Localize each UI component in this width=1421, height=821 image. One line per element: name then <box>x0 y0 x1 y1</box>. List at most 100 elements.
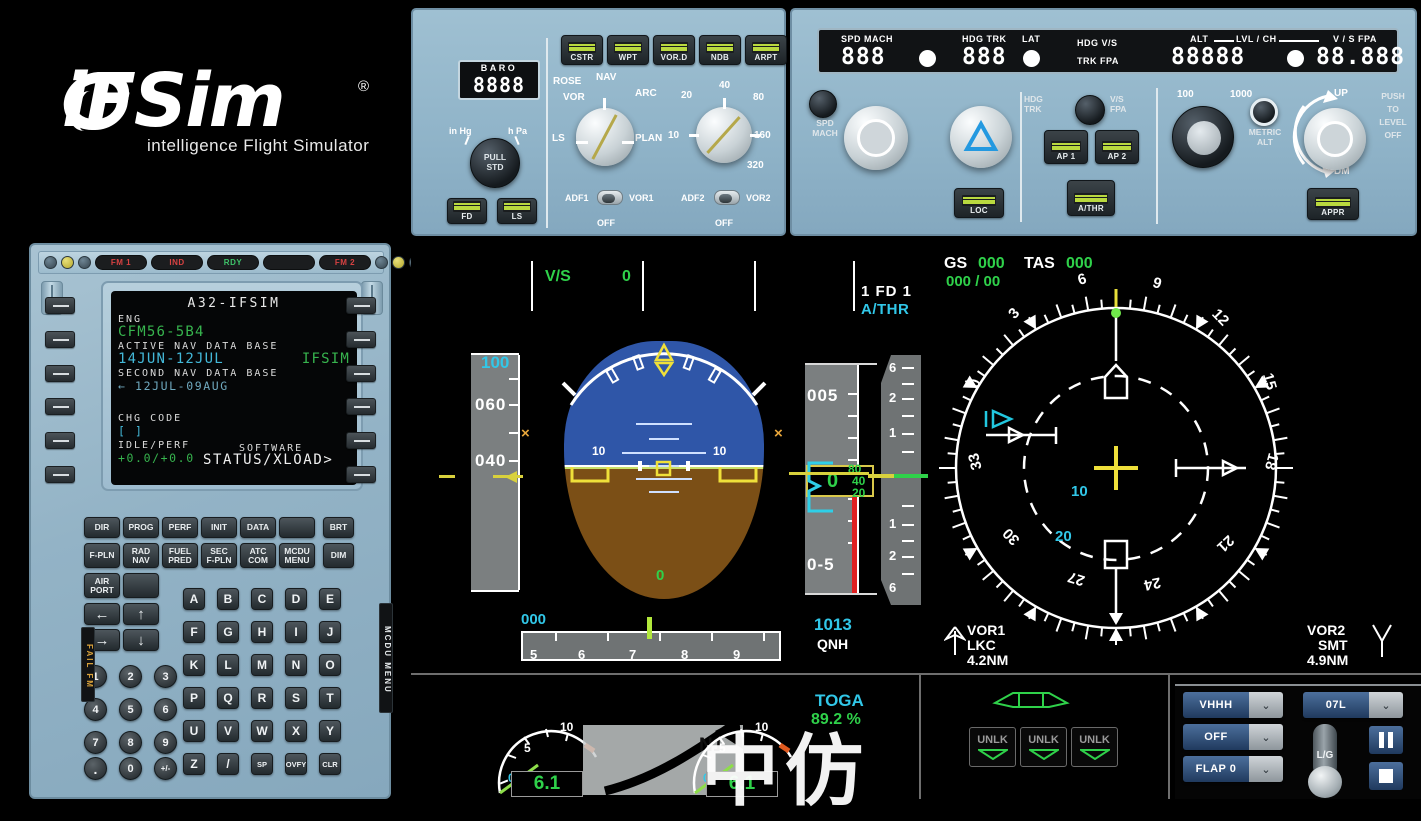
spd-mach-toggle-knob[interactable] <box>809 90 837 118</box>
metric-alt-button[interactable] <box>1250 98 1278 126</box>
sim-controls-panel[interactable]: VHHH ⌄ OFF ⌄ FLAP 0 ⌄ 07L ⌄ L/G <box>1175 686 1421 799</box>
mcdu-alpha-l[interactable]: L <box>217 654 239 676</box>
baro-pull-std-knob[interactable]: PULL STD <box>470 138 520 188</box>
ap2-button[interactable]: AP 2 <box>1095 130 1139 164</box>
mcdu-alpha-x[interactable]: X <box>285 720 307 742</box>
mcdu-num-dot[interactable]: . <box>84 757 107 780</box>
mcdu-alpha-s[interactable]: S <box>285 687 307 709</box>
hdg-trk-toggle-knob[interactable] <box>1075 95 1105 125</box>
stop-button[interactable] <box>1369 762 1403 790</box>
mcdu-num-9[interactable]: 9 <box>154 731 177 754</box>
mcdu-alpha-j[interactable]: J <box>319 621 341 643</box>
pause-button[interactable] <box>1369 726 1403 754</box>
efis-control-panel[interactable]: BARO 8888 in Hg h Pa PULL STD FD LS CSTR… <box>411 8 786 236</box>
loc-button[interactable]: LOC <box>954 188 1004 218</box>
ndb-button[interactable]: NDB <box>699 35 741 65</box>
mcdu-alpha-u[interactable]: U <box>183 720 205 742</box>
mcdu-key-fuelpred[interactable]: FUEL PRED <box>162 543 198 568</box>
mcdu-key-dir[interactable]: DIR <box>84 517 120 538</box>
mcdu-alpha-a[interactable]: A <box>183 588 205 610</box>
adf2-vor2-switch[interactable] <box>714 190 740 205</box>
vertical-speed-selector-knob[interactable] <box>1304 108 1366 170</box>
lsk-l6[interactable] <box>45 466 75 483</box>
mcdu-alpha-slash[interactable]: / <box>217 753 239 775</box>
mcdu-alpha-o[interactable]: O <box>319 654 341 676</box>
mcdu-alpha-e[interactable]: E <box>319 588 341 610</box>
mode-dropdown[interactable]: OFF ⌄ <box>1183 724 1283 750</box>
lsk-r3[interactable] <box>346 365 376 382</box>
fd-button[interactable]: FD <box>447 198 487 224</box>
cstr-button[interactable]: CSTR <box>561 35 603 65</box>
mcdu-alpha-k[interactable]: K <box>183 654 205 676</box>
mcdu-alpha-c[interactable]: C <box>251 588 273 610</box>
mcdu-key-atccom[interactable]: ATC COM <box>240 543 276 568</box>
mcdu-alpha-m[interactable]: M <box>251 654 273 676</box>
lsk-r2[interactable] <box>346 331 376 348</box>
mcdu-alpha-g[interactable]: G <box>217 621 239 643</box>
lsk-l3[interactable] <box>45 365 75 382</box>
athr-button[interactable]: A/THR <box>1067 180 1115 216</box>
mcdu-key-dim[interactable]: DIM <box>323 543 354 568</box>
mcdu-key-airport[interactable]: AIR PORT <box>84 573 120 598</box>
lsk-r4[interactable] <box>346 398 376 415</box>
mcdu-alpha-n[interactable]: N <box>285 654 307 676</box>
mcdu-alpha-p[interactable]: P <box>183 687 205 709</box>
mcdu-key-arrow-up[interactable]: ↑ <box>123 603 159 625</box>
mcdu-alpha-v[interactable]: V <box>217 720 239 742</box>
ls-button[interactable]: LS <box>497 198 537 224</box>
fcu-autopilot-panel[interactable]: SPD MACH 888 HDG TRK 888 LAT HDG V/S TRK… <box>790 8 1417 236</box>
mcdu-key-init[interactable]: INIT <box>201 517 237 538</box>
mcdu-alpha-b[interactable]: B <box>217 588 239 610</box>
mcdu-alpha-w[interactable]: W <box>251 720 273 742</box>
mcdu-num-plusminus[interactable]: +/- <box>154 757 177 780</box>
mcdu-alpha-d[interactable]: D <box>285 588 307 610</box>
mcdu-alpha-h[interactable]: H <box>251 621 273 643</box>
adf1-vor1-switch[interactable] <box>597 190 623 205</box>
wpt-button[interactable]: WPT <box>607 35 649 65</box>
mcdu-alpha-t[interactable]: T <box>319 687 341 709</box>
mcdu-unit[interactable]: FM 1 IND RDY FM 2 A32-IFSIM ENG CFM56-5B… <box>29 243 391 799</box>
mcdu-key-radnav[interactable]: RAD NAV <box>123 543 159 568</box>
mcdu-alpha-ovfy[interactable]: OVFY <box>285 753 307 775</box>
mcdu-alpha-q[interactable]: Q <box>217 687 239 709</box>
mcdu-alpha-i[interactable]: I <box>285 621 307 643</box>
vord-button[interactable]: VOR.D <box>653 35 695 65</box>
mcdu-key-data[interactable]: DATA <box>240 517 276 538</box>
mcdu-key-arrow-down[interactable]: ↓ <box>123 629 159 651</box>
speed-selector-knob[interactable] <box>844 106 908 170</box>
mcdu-key-mcdumenu[interactable]: MCDU MENU <box>279 543 315 568</box>
nd-mode-selector-knob[interactable] <box>576 108 634 166</box>
mcdu-num-6[interactable]: 6 <box>154 698 177 721</box>
mcdu-key-arrow-left[interactable]: ← <box>84 603 120 625</box>
airport-dropdown[interactable]: VHHH ⌄ <box>1183 692 1283 718</box>
mcdu-key-secfpln[interactable]: SEC F-PLN <box>201 543 237 568</box>
mcdu-key-fpln[interactable]: F-PLN <box>84 543 120 568</box>
heading-selector-knob[interactable] <box>950 106 1012 168</box>
arpt-button[interactable]: ARPT <box>745 35 787 65</box>
mcdu-num-0[interactable]: 0 <box>119 757 142 780</box>
mcdu-num-5[interactable]: 5 <box>119 698 142 721</box>
mcdu-key-blank2[interactable] <box>123 573 159 598</box>
mcdu-second-db-value[interactable]: ← 12JUL-09AUG <box>118 380 350 394</box>
mcdu-software-value[interactable]: STATUS/XLOAD> <box>203 454 333 468</box>
mcdu-num-2[interactable]: 2 <box>119 665 142 688</box>
mcdu-key-blank1[interactable] <box>279 517 315 538</box>
lsk-l5[interactable] <box>45 432 75 449</box>
mcdu-num-3[interactable]: 3 <box>154 665 177 688</box>
altitude-selector-knob[interactable] <box>1172 106 1234 168</box>
mcdu-key-prog[interactable]: PROG <box>123 517 159 538</box>
mcdu-alpha-space[interactable]: SP <box>251 753 273 775</box>
mcdu-alpha-r[interactable]: R <box>251 687 273 709</box>
mcdu-alpha-f[interactable]: F <box>183 621 205 643</box>
lsk-l2[interactable] <box>45 331 75 348</box>
lsk-r1[interactable] <box>346 297 376 314</box>
lsk-l1[interactable] <box>45 297 75 314</box>
appr-button[interactable]: APPR <box>1307 188 1359 220</box>
mcdu-chg-code-value[interactable]: [ ] <box>118 425 350 439</box>
nd-range-selector-knob[interactable] <box>696 107 752 163</box>
mcdu-key-brt[interactable]: BRT <box>323 517 354 538</box>
mcdu-alpha-z[interactable]: Z <box>183 753 205 775</box>
lsk-r6[interactable] <box>346 466 376 483</box>
ap1-button[interactable]: AP 1 <box>1044 130 1088 164</box>
mcdu-alpha-clr[interactable]: CLR <box>319 753 341 775</box>
